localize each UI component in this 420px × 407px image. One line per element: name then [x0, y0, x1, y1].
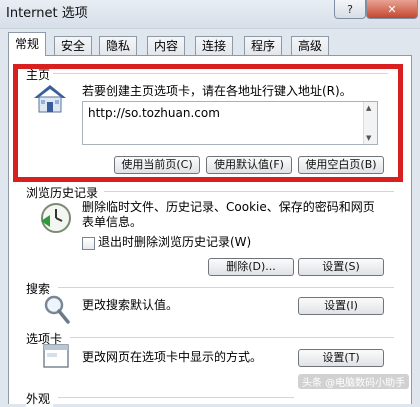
delete-history-button[interactable]: 删除(D)...	[208, 258, 294, 276]
help-button[interactable]: ?	[334, 0, 366, 19]
tab-privacy[interactable]: 隐私	[99, 36, 138, 56]
delete-on-exit-checkbox[interactable]	[82, 237, 95, 250]
history-group-line	[104, 191, 394, 192]
tabs-group-line	[70, 337, 394, 338]
title-bar: Internet 选项 ? ✕	[0, 0, 420, 29]
highlight-box	[13, 64, 403, 182]
tabs-settings-button[interactable]: 设置(T)	[298, 349, 384, 367]
tab-programs[interactable]: 程序	[244, 36, 283, 56]
tab-window-icon	[43, 344, 69, 368]
history-group-label: 浏览历史记录	[26, 184, 102, 201]
search-description: 更改搜索默认值。	[82, 298, 179, 312]
history-clock-icon	[41, 203, 71, 233]
magnifier-icon	[44, 295, 70, 324]
tab-connections[interactable]: 连接	[195, 36, 234, 56]
watermark: 头条 @电脑数码小助手	[298, 374, 410, 389]
search-group-line	[58, 287, 394, 288]
tabs-description: 更改网页在选项卡中显示的方式。	[82, 350, 263, 364]
history-description-line1: 删除临时文件、历史记录、Cookie、保存的密码和网页	[82, 200, 375, 214]
delete-on-exit-label: 退出时删除浏览历史记录(W)	[98, 235, 252, 249]
history-description-line2: 表单信息。	[82, 215, 143, 229]
appearance-group-label: 外观	[26, 390, 54, 407]
close-button[interactable]: ✕	[366, 0, 418, 19]
tab-strip: 常规 安全 隐私 内容 连接 程序 高级	[8, 32, 412, 56]
tab-general[interactable]: 常规	[8, 32, 47, 56]
window-title: Internet 选项	[6, 6, 88, 21]
tab-advanced[interactable]: 高级	[291, 36, 330, 56]
tab-content[interactable]: 内容	[147, 36, 186, 56]
tab-security[interactable]: 安全	[54, 36, 93, 56]
appearance-group-line	[58, 397, 294, 398]
search-settings-button[interactable]: 设置(I)	[298, 297, 384, 315]
history-settings-button[interactable]: 设置(S)	[298, 258, 384, 276]
